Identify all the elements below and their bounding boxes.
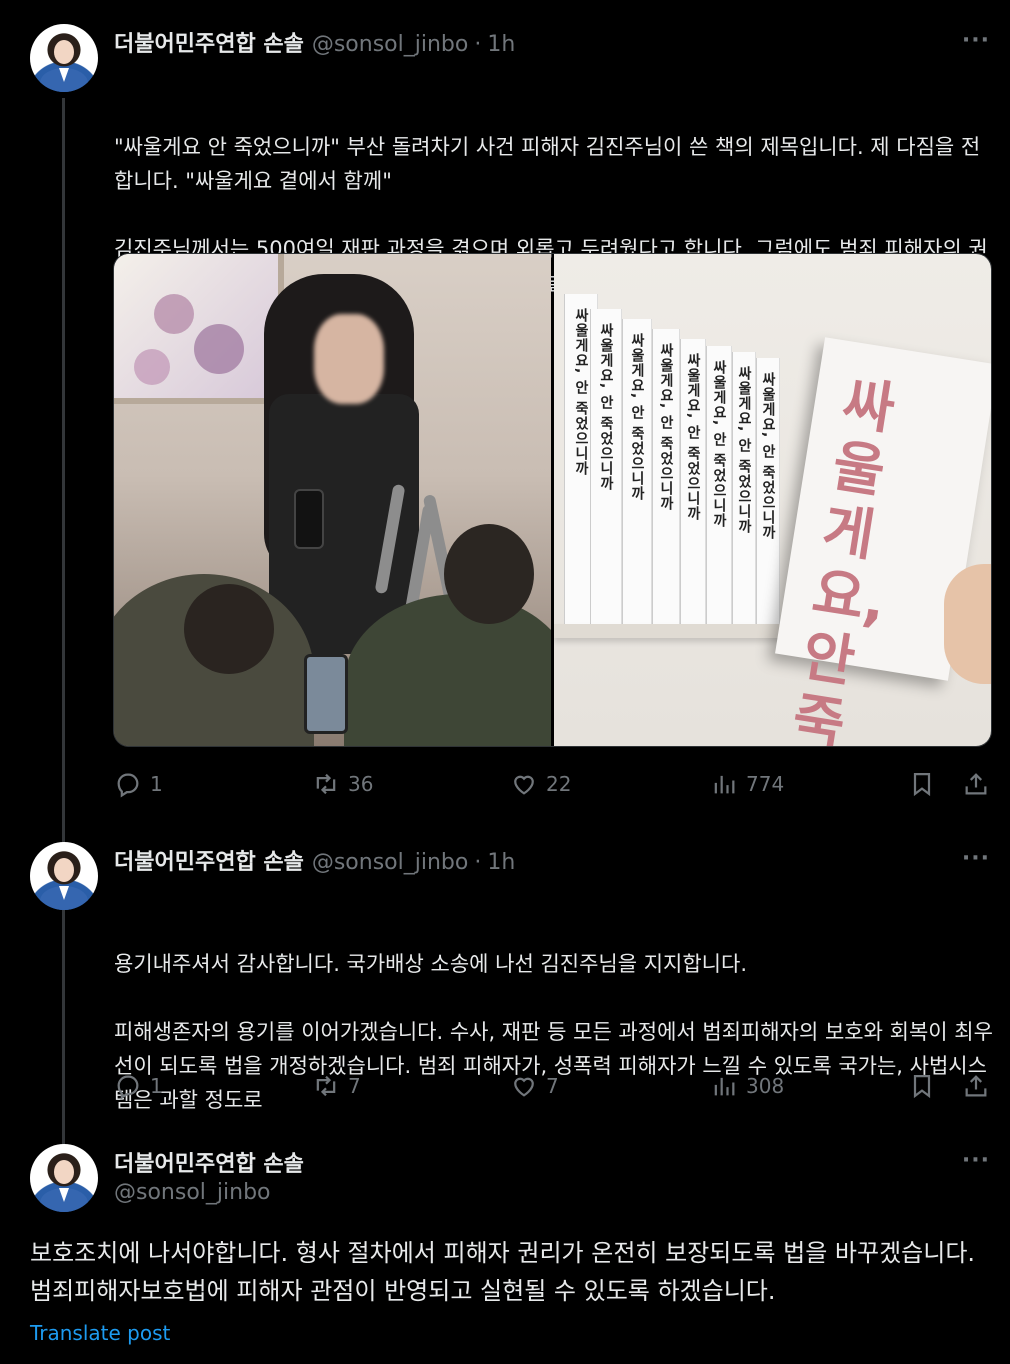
- share-icon: [965, 1075, 987, 1097]
- photo-press-conference[interactable]: [114, 254, 551, 746]
- action-bar: 1 36 22 774: [114, 770, 994, 804]
- views-count: 308: [746, 1074, 785, 1098]
- avatar[interactable]: [30, 1144, 98, 1212]
- repost-count: 7: [348, 1074, 361, 1098]
- tweet-1[interactable]: 더불어민주연합 손솔 @sonsol_jinbo · 1h ··· "싸울게요 …: [0, 0, 1010, 820]
- views-button[interactable]: 308: [710, 1072, 784, 1100]
- repost-button[interactable]: 7: [312, 1072, 361, 1100]
- like-count: 7: [546, 1074, 559, 1098]
- like-icon: [514, 775, 534, 795]
- action-bar: 1 7 7 308: [114, 1072, 994, 1106]
- share-button[interactable]: [962, 770, 998, 798]
- book-spine-title: 싸울게요, 안 죽었으니까: [736, 366, 752, 535]
- media-grid[interactable]: 싸울게요, 안 죽었으니까 싸울게요, 안 죽었으니까 싸울게요, 안 죽었으니…: [113, 253, 992, 747]
- tweet-body: 보호조치에 나서야합니다. 형사 절차에서 피해자 권리가 온전히 보장되도록 …: [30, 1239, 983, 1305]
- share-icon: [965, 773, 987, 795]
- reply-button[interactable]: 1: [114, 770, 163, 798]
- display-name[interactable]: 더불어민주연합 손솔: [114, 844, 304, 876]
- display-name[interactable]: 더불어민주연합 손솔: [114, 1146, 304, 1178]
- bookmark-button[interactable]: [908, 1072, 944, 1100]
- bookmark-button[interactable]: [908, 770, 944, 798]
- book-spine-title: 싸울게요, 안 죽었으니까: [598, 323, 614, 492]
- book-spine-title: 싸울게요, 안 죽었으니까: [685, 353, 701, 522]
- like-button[interactable]: 7: [510, 1072, 559, 1100]
- handle[interactable]: @sonsol_jinbo: [312, 850, 469, 875]
- tweet-header: 더불어민주연합 손솔 @sonsol_jinbo · 1h: [114, 26, 515, 58]
- avatar[interactable]: [30, 24, 98, 92]
- repost-icon: [316, 773, 336, 795]
- timestamp[interactable]: 1h: [487, 850, 515, 875]
- separator: ·: [474, 32, 482, 57]
- like-button[interactable]: 22: [510, 770, 571, 798]
- repost-button[interactable]: 36: [312, 770, 373, 798]
- like-count: 22: [546, 772, 572, 796]
- tweet-handle-row: @sonsol_jinbo: [114, 1180, 271, 1205]
- more-icon[interactable]: ···: [962, 1148, 990, 1173]
- share-button[interactable]: [962, 1072, 998, 1100]
- tweet-paragraph: "싸울게요 안 죽었으니까" 부산 돌려차기 사건 피해자 김진주님이 쓴 책의…: [114, 135, 981, 193]
- photo-bookshelf[interactable]: 싸울게요, 안 죽었으니까 싸울게요, 안 죽었으니까 싸울게요, 안 죽었으니…: [554, 254, 991, 746]
- book-spine-title: 싸울게요, 안 죽었으니까: [658, 343, 674, 512]
- reply-count: 1: [150, 1074, 163, 1098]
- separator: ·: [474, 850, 482, 875]
- more-icon[interactable]: ···: [962, 28, 990, 53]
- reply-icon: [117, 1075, 139, 1100]
- views-icon: [714, 1077, 735, 1096]
- tweet-header: 더불어민주연합 손솔: [114, 1146, 304, 1178]
- book-spine-title: 싸울게요, 안 죽었으니까: [629, 333, 645, 502]
- views-count: 774: [746, 772, 785, 796]
- avatar[interactable]: [30, 842, 98, 910]
- book-spine-title: 싸울게요, 안 죽었으니까: [573, 308, 589, 477]
- reply-button[interactable]: 1: [114, 1072, 163, 1100]
- handle[interactable]: @sonsol_jinbo: [114, 1180, 271, 1205]
- display-name[interactable]: 더불어민주연합 손솔: [114, 26, 304, 58]
- more-icon[interactable]: ···: [962, 846, 990, 871]
- views-icon: [714, 775, 735, 794]
- book-spine-title: 싸울게요, 안 죽었으니까: [711, 360, 727, 529]
- tweet-paragraph: 용기내주셔서 감사합니다. 국가배상 소송에 나선 김진주님을 지지합니다.: [114, 952, 747, 976]
- repost-count: 36: [348, 772, 374, 796]
- reply-count: 1: [150, 772, 163, 796]
- repost-icon: [316, 1075, 336, 1097]
- handle[interactable]: @sonsol_jinbo: [312, 32, 469, 57]
- translate-post-link[interactable]: Translate post: [30, 1321, 170, 1345]
- book-spine-title: 싸울게요, 안 죽었으니까: [760, 372, 776, 541]
- tweet-2[interactable]: 더불어민주연합 손솔 @sonsol_jinbo · 1h ··· 용기내주셔서…: [0, 820, 1010, 1130]
- timestamp[interactable]: 1h: [487, 32, 515, 57]
- bookmark-icon: [913, 772, 931, 797]
- reply-icon: [117, 773, 139, 798]
- tweet-header: 더불어민주연합 손솔 @sonsol_jinbo · 1h: [114, 844, 515, 876]
- views-button[interactable]: 774: [710, 770, 784, 798]
- like-icon: [514, 1077, 534, 1097]
- bookmark-icon: [913, 1074, 931, 1099]
